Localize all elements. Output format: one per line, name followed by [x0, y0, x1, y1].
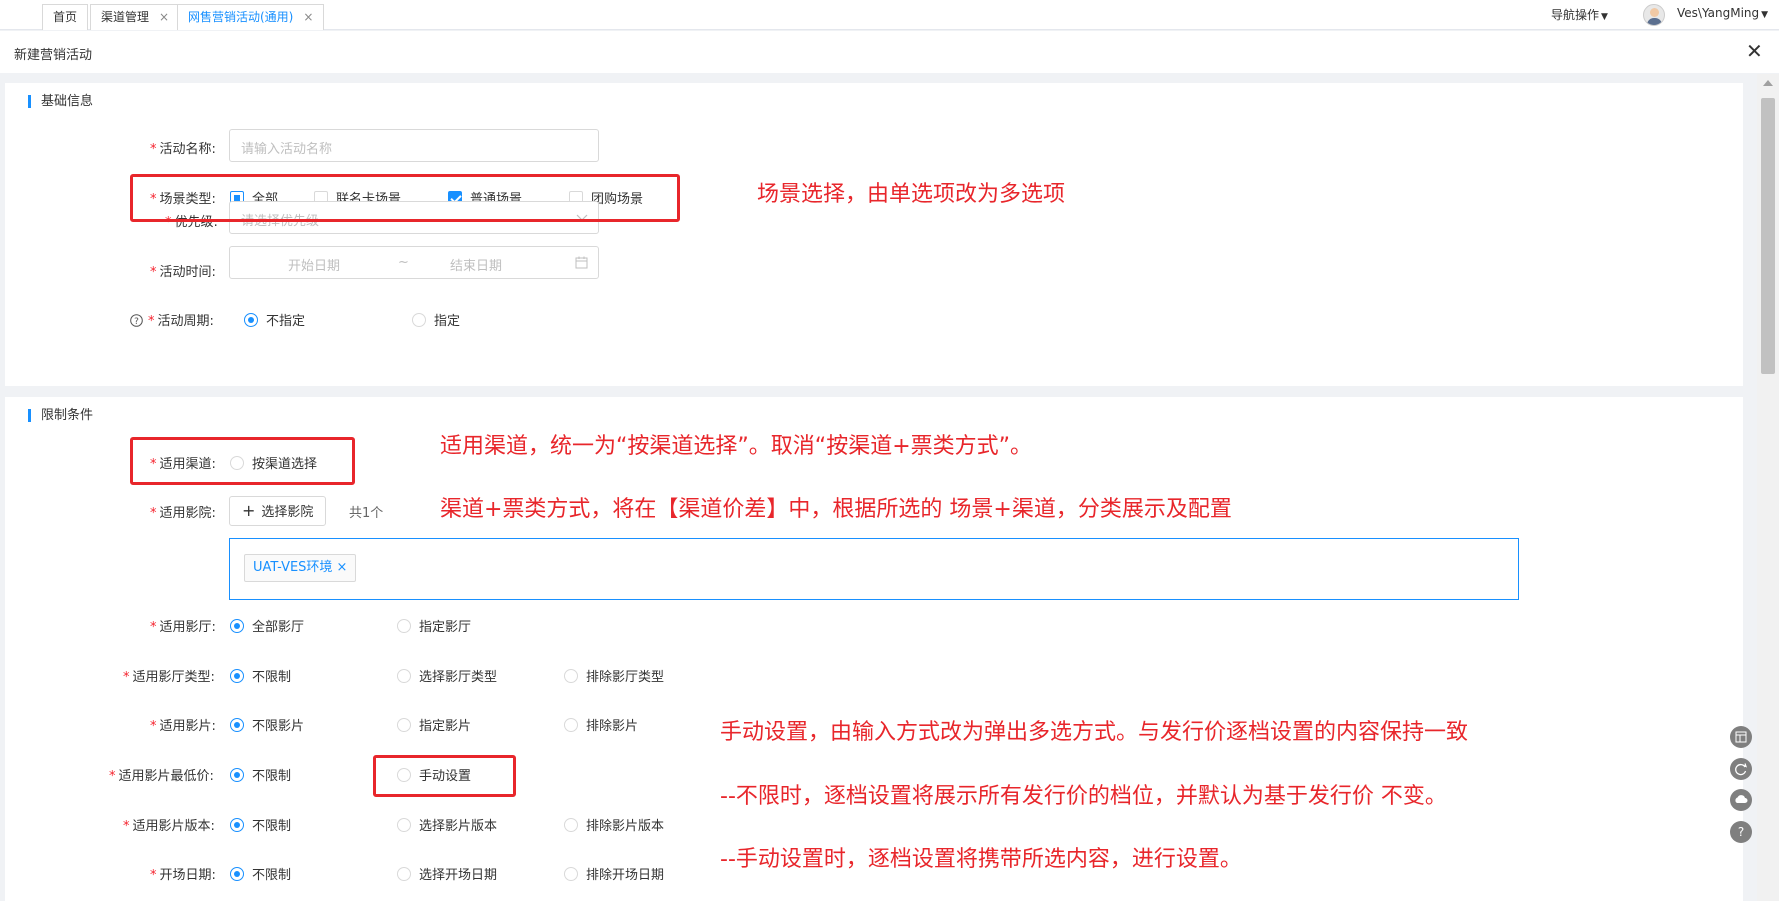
cinema-tag: UAT-VES环境 × — [244, 554, 357, 582]
activity-name-input[interactable]: 请输入活动名称 — [229, 129, 599, 162]
date-radio-unlimited[interactable]: 不限制 — [230, 864, 291, 883]
calendar-icon — [575, 256, 588, 269]
dialog-title: 新建营销活动 — [14, 48, 93, 63]
activity-name-label: * 活动名称: — [150, 142, 216, 157]
radio[interactable] — [230, 867, 244, 881]
plus-icon: + — [242, 501, 256, 520]
radio[interactable] — [564, 867, 578, 881]
section-basic-info: 基础信息 * 活动名称: 请输入活动名称 * 场景类型: 全部 联名卡场景 普通场景… — [5, 83, 1743, 386]
svg-text:?: ? — [134, 317, 139, 327]
date-range-picker[interactable]: 开始日期 ~ 结束日期 — [229, 246, 599, 279]
cloud-icon[interactable] — [1730, 789, 1752, 811]
date-radio-exclude[interactable]: 排除开场日期 — [564, 864, 664, 883]
opening-date-label: * 开场日期: — [150, 868, 216, 883]
close-icon[interactable]: ✕ — [1746, 41, 1763, 61]
activity-time-label: * 活动时间: — [150, 265, 216, 280]
annotation-price-3: --手动设置时，逐档设置将携带所选内容，进行设置。 — [720, 847, 1242, 872]
cinema-label: * 适用影院: — [150, 506, 216, 521]
hall-type-radio-select[interactable]: 选择影厅类型 — [397, 666, 497, 685]
radio[interactable] — [397, 718, 411, 732]
avatar[interactable] — [1643, 4, 1665, 26]
question-icon[interactable]: ? — [1730, 821, 1752, 843]
annotation-box-scene — [130, 174, 680, 222]
radio[interactable] — [564, 818, 578, 832]
cinema-tag-panel: UAT-VES环境 × — [229, 538, 1519, 600]
radio[interactable] — [230, 619, 244, 633]
chevron-down-icon: ▼ — [1601, 12, 1608, 22]
tab-home[interactable]: 首页 — [42, 4, 89, 30]
hall-label: * 适用影厅: — [150, 620, 216, 635]
help-icon[interactable]: ? — [130, 314, 143, 327]
nav-operation-label: 导航操作 — [1551, 8, 1600, 22]
min-price-label: * 适用影片最低价: — [109, 769, 214, 784]
tab-label: 首页 — [53, 10, 78, 24]
cycle-radio-unspecified[interactable]: 不指定 — [244, 310, 305, 329]
cinema-count: 共1个 — [349, 506, 384, 521]
nav-operation-dropdown[interactable]: 导航操作 ▼ — [1551, 6, 1608, 23]
activity-cycle-label: ? * 活动周期: — [130, 310, 214, 329]
scroll-up-arrow[interactable] — [1763, 80, 1773, 86]
end-date-input[interactable]: 结束日期 — [450, 255, 502, 274]
close-icon[interactable]: × — [159, 10, 169, 24]
chevron-down-icon: ▼ — [1761, 10, 1769, 20]
user-menu[interactable]: Ves\YangMing ▼ — [1677, 6, 1768, 20]
cycle-radio-specified[interactable]: 指定 — [412, 310, 460, 329]
film-radio-exclude[interactable]: 排除影片 — [564, 715, 638, 734]
radio[interactable] — [397, 619, 411, 633]
hall-type-radio-exclude[interactable]: 排除影厅类型 — [564, 666, 664, 685]
radio[interactable] — [564, 669, 578, 683]
annotation-channel-2: 渠道+票类方式，将在【渠道价差】中，根据所选的 场景+渠道，分类展示及配置 — [440, 497, 1232, 522]
placeholder: 请输入活动名称 — [241, 142, 333, 157]
annotation-scene: 场景选择，由单选项改为多选项 — [757, 182, 1066, 207]
refresh-icon[interactable] — [1730, 758, 1752, 780]
annotation-channel-1: 适用渠道，统一为“按渠道选择”。取消“按渠道+票类方式”。 — [440, 434, 1033, 459]
scroll-thumb[interactable] — [1761, 98, 1775, 374]
radio[interactable] — [230, 718, 244, 732]
annotation-box-channel — [130, 437, 355, 485]
version-radio-select[interactable]: 选择影片版本 — [397, 815, 497, 834]
close-icon[interactable]: × — [336, 560, 347, 575]
annotation-price-1: 手动设置，由输入方式改为弹出多选方式。与发行价逐档设置的内容保持一致 — [720, 720, 1469, 745]
tab-online-marketing[interactable]: 网售营销活动(通用) × — [177, 4, 325, 30]
radio[interactable] — [397, 669, 411, 683]
hall-radio-specified[interactable]: 指定影厅 — [397, 616, 471, 635]
radio[interactable] — [244, 313, 258, 327]
radio[interactable] — [397, 867, 411, 881]
film-label: * 适用影片: — [150, 719, 216, 734]
tab-label: 网售营销活动(通用) — [188, 10, 294, 24]
user-name: Ves\YangMing — [1677, 6, 1760, 20]
section-title: 限制条件 — [28, 409, 93, 422]
radio[interactable] — [230, 768, 244, 782]
date-separator: ~ — [398, 255, 409, 270]
layout-icon[interactable] — [1730, 726, 1752, 748]
annotation-box-min-price — [373, 755, 516, 797]
version-radio-exclude[interactable]: 排除影片版本 — [564, 815, 664, 834]
start-date-input[interactable]: 开始日期 — [288, 255, 340, 274]
hall-type-radio-unlimited[interactable]: 不限制 — [230, 666, 291, 685]
hall-type-label: * 适用影厅类型: — [123, 670, 215, 685]
tab-channel-management[interactable]: 渠道管理 × — [90, 4, 181, 30]
radio[interactable] — [230, 818, 244, 832]
hall-radio-all[interactable]: 全部影厅 — [230, 616, 304, 635]
tab-bar: 首页 渠道管理 × 网售营销活动(通用) × 导航操作 ▼ Ves\YangMing ▼ — [0, 0, 1779, 30]
radio[interactable] — [412, 313, 426, 327]
select-cinema-button[interactable]: + 选择影院 — [229, 496, 327, 526]
film-radio-specified[interactable]: 指定影片 — [397, 715, 471, 734]
radio[interactable] — [397, 818, 411, 832]
date-radio-select[interactable]: 选择开场日期 — [397, 864, 497, 883]
dialog-header: 新建营销活动 ✕ — [0, 31, 1779, 73]
annotation-price-2: --不限时，逐档设置将展示所有发行价的档位，并默认为基于发行价 不变。 — [720, 784, 1447, 809]
radio[interactable] — [230, 669, 244, 683]
tab-label: 渠道管理 — [101, 10, 150, 24]
section-title: 基础信息 — [28, 95, 93, 108]
min-price-radio-unlimited[interactable]: 不限制 — [230, 765, 291, 784]
film-radio-unlimited[interactable]: 不限影片 — [230, 715, 304, 734]
close-icon[interactable]: × — [303, 10, 313, 24]
version-radio-unlimited[interactable]: 不限制 — [230, 815, 291, 834]
film-version-label: * 适用影片版本: — [123, 819, 215, 834]
scrollbar[interactable] — [1757, 74, 1779, 901]
radio[interactable] — [564, 718, 578, 732]
